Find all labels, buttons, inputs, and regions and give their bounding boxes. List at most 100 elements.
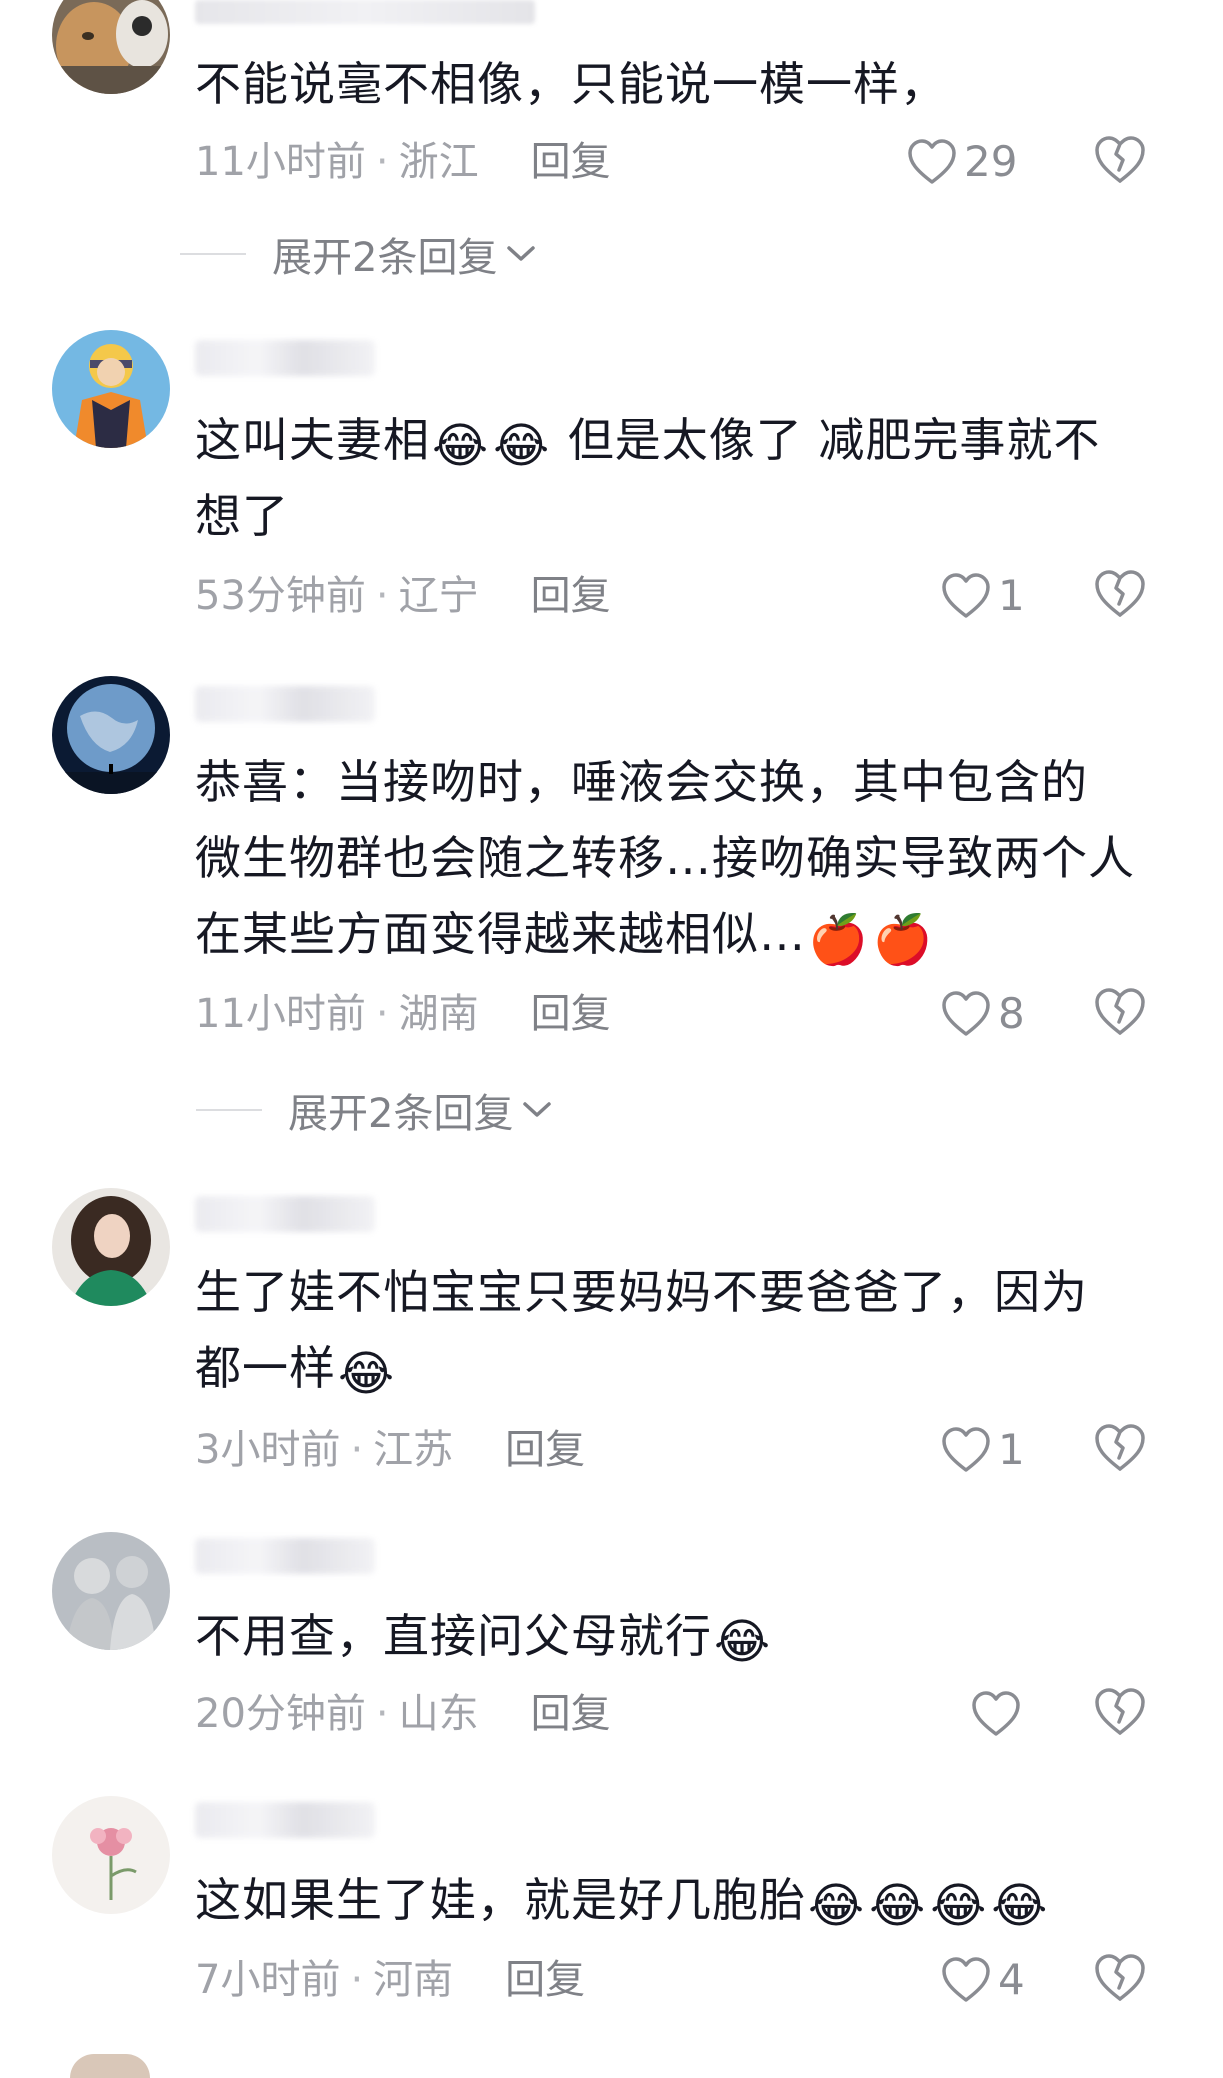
username-redacted	[195, 1802, 375, 1838]
reply-button[interactable]: 回复	[531, 991, 611, 1037]
avatar[interactable]	[70, 2054, 150, 2078]
meta-separator: ·	[375, 139, 389, 185]
comment-region: 浙江	[398, 139, 479, 185]
laughing-crying-emoji: 😂	[869, 1878, 927, 1934]
comment-meta: 7小时前 · 河南 回复	[195, 1954, 585, 2006]
expand-replies-label: 展开2条回复	[288, 1091, 514, 1137]
dislike-button[interactable]	[1092, 1952, 1148, 2008]
laughing-crying-emoji: 😂	[991, 1878, 1049, 1934]
avatar[interactable]	[52, 1532, 170, 1650]
reply-button[interactable]: 回复	[505, 1957, 585, 2003]
username-redacted	[195, 340, 375, 376]
comment-time: 53分钟前	[195, 573, 366, 619]
laughing-crying-emoji: 😂	[432, 418, 490, 474]
avatar[interactable]	[52, 330, 170, 448]
like-button[interactable]	[970, 1686, 1022, 1742]
avatar[interactable]	[52, 0, 170, 94]
dislike-button[interactable]	[1092, 134, 1148, 190]
comment-region: 山东	[398, 1691, 479, 1737]
comment-text-part: 在某些方面变得越来越相似…	[195, 907, 806, 961]
like-button[interactable]: 1	[940, 1422, 1025, 1478]
like-count: 4	[998, 1955, 1025, 2004]
avatar[interactable]	[52, 1796, 170, 1914]
broken-heart-icon	[1095, 136, 1145, 183]
comment-text: 不能说毫不相像，只能说一模一样，	[195, 57, 947, 111]
meta-separator: ·	[375, 1691, 389, 1737]
expand-replies-label: 展开2条回复	[272, 235, 498, 281]
laughing-crying-emoji: 😂	[493, 418, 551, 474]
heart-outline-icon	[908, 139, 956, 184]
comment-text-part: 想了	[195, 489, 289, 543]
username-redacted	[195, 0, 535, 24]
comment-region: 辽宁	[398, 573, 479, 619]
expand-replies-button[interactable]: 展开2条回复	[196, 1084, 553, 1137]
reply-button[interactable]: 回复	[505, 1427, 585, 1473]
comment-meta: 20分钟前 · 山东 回复	[195, 1688, 611, 1740]
comment-meta: 53分钟前 · 辽宁 回复	[195, 570, 611, 622]
like-count: 1	[998, 1425, 1025, 1474]
comment-text-part: 不用查，直接问父母就行	[195, 1609, 712, 1663]
dislike-button[interactable]	[1092, 1422, 1148, 1478]
comment-text-part: 微生物群也会随之转移…接吻确实导致两个人	[195, 831, 1135, 885]
divider	[196, 1109, 262, 1111]
broken-heart-icon	[1095, 1688, 1145, 1735]
username-redacted	[195, 686, 375, 722]
like-button[interactable]: 29	[906, 134, 1017, 190]
broken-heart-icon	[1095, 1424, 1145, 1471]
dislike-button[interactable]	[1092, 986, 1148, 1042]
avatar[interactable]	[52, 676, 170, 794]
like-count: 8	[998, 989, 1025, 1038]
dislike-button[interactable]	[1092, 568, 1148, 624]
comment-text-part: 这如果生了娃，就是好几胞胎	[195, 1873, 806, 1927]
heart-outline-icon	[942, 573, 990, 618]
comment-time: 11小时前	[195, 139, 366, 185]
broken-heart-icon	[1095, 570, 1145, 617]
comment-time: 11小时前	[195, 991, 366, 1037]
comment-text: 这如果生了娃，就是好几胞胎😂😂😂😂	[195, 1862, 1155, 1938]
like-button[interactable]: 8	[940, 986, 1025, 1042]
comment-text: 恭喜：当接吻时，唾液会交换，其中包含的 微生物群也会随之转移…接吻确实导致两个人在…	[195, 744, 1155, 972]
username-redacted	[195, 1196, 375, 1232]
heart-outline-icon	[942, 1957, 990, 2002]
comment-text: 这叫夫妻相😂😂 但是太像了 减肥完事就不 想了	[195, 402, 1155, 554]
comment-time: 20分钟前	[195, 1691, 366, 1737]
reply-button[interactable]: 回复	[531, 1691, 611, 1737]
like-button[interactable]: 4	[940, 1952, 1025, 2008]
comment-time: 7小时前	[195, 1957, 341, 2003]
expand-replies-button[interactable]: 展开2条回复	[180, 228, 537, 281]
broken-heart-icon	[1095, 988, 1145, 1035]
like-button[interactable]: 1	[940, 568, 1025, 624]
meta-separator: ·	[350, 1427, 364, 1473]
comment-text-part: 这叫夫妻相	[195, 413, 430, 467]
laughing-crying-emoji: 😂	[808, 1878, 866, 1934]
like-count: 1	[998, 571, 1025, 620]
comment-text-part: 都一样	[195, 1341, 336, 1395]
comment-meta: 3小时前 · 江苏 回复	[195, 1424, 585, 1476]
laughing-crying-emoji: 😂	[714, 1614, 772, 1670]
divider	[180, 253, 246, 255]
broken-heart-icon	[1095, 1954, 1145, 2001]
comment-meta: 11小时前 · 浙江 回复	[195, 136, 611, 188]
comment-meta: 11小时前 · 湖南 回复	[195, 988, 611, 1040]
username-redacted	[195, 1538, 375, 1574]
reply-button[interactable]: 回复	[531, 573, 611, 619]
dislike-button[interactable]	[1092, 1686, 1148, 1742]
comment-text-part: 生了娃不怕宝宝只要妈妈不要爸爸了，因为	[195, 1265, 1088, 1319]
meta-separator: ·	[350, 1957, 364, 2003]
meta-separator: ·	[375, 991, 389, 1037]
laughing-crying-emoji: 😂	[930, 1878, 988, 1934]
comment-time: 3小时前	[195, 1427, 341, 1473]
heart-outline-icon	[942, 991, 990, 1036]
heart-outline-icon	[972, 1691, 1020, 1736]
laughing-crying-emoji: 😂	[338, 1346, 396, 1402]
reply-button[interactable]: 回复	[531, 139, 611, 185]
meta-separator: ·	[375, 573, 389, 619]
comment-text-part: 恭喜：当接吻时，唾液会交换，其中包含的	[195, 755, 1088, 809]
avatar[interactable]	[52, 1188, 170, 1306]
red-apple-emoji: 🍎	[808, 912, 869, 968]
chevron-down-icon	[523, 1102, 552, 1117]
comment-text: 生了娃不怕宝宝只要妈妈不要爸爸了，因为 都一样😂	[195, 1254, 1155, 1406]
chevron-down-icon	[507, 246, 536, 261]
comment-text: 不用查，直接问父母就行😂	[195, 1598, 1155, 1674]
heart-outline-icon	[942, 1427, 990, 1472]
